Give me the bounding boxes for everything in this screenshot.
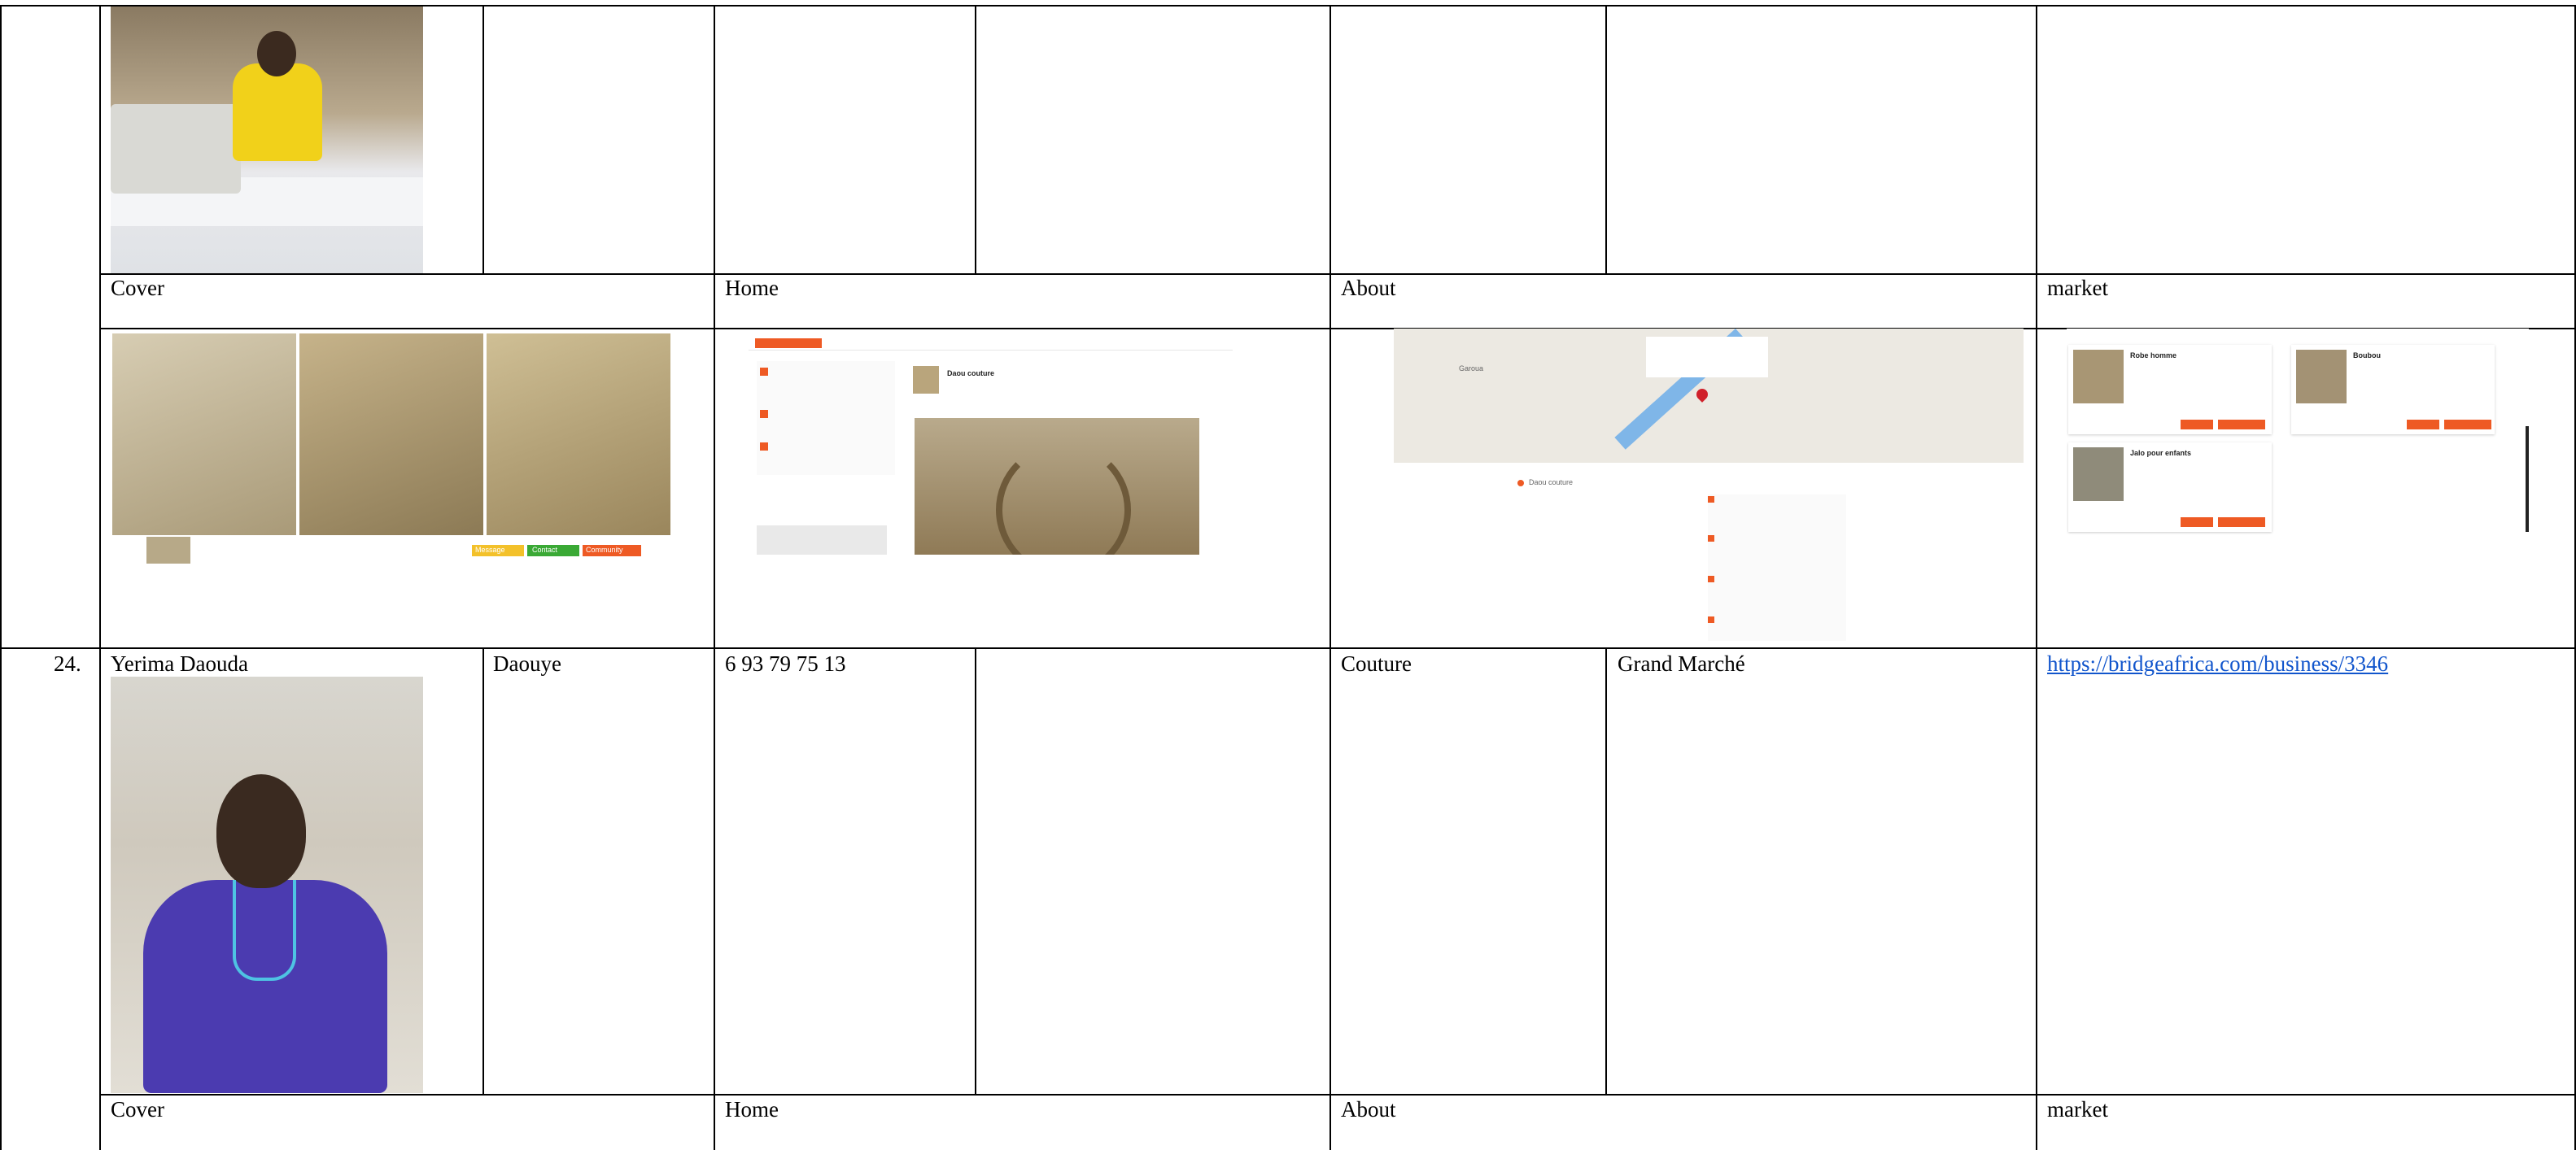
avatar	[146, 537, 190, 564]
home-screenshot: Daou couture	[749, 333, 1233, 555]
table-rule	[99, 1094, 2576, 1096]
table-rule	[714, 5, 715, 647]
community-button: Community	[583, 545, 641, 556]
home-label: Home	[725, 1097, 779, 1122]
owner-photo	[111, 7, 423, 273]
table-rule	[2036, 5, 2037, 647]
owner-photo	[111, 677, 423, 1093]
mini-post	[757, 525, 887, 555]
market-label: market	[2047, 1097, 2108, 1122]
table-rule	[1605, 647, 1607, 1095]
table-rule	[1329, 5, 1331, 647]
message-button: Message	[472, 545, 524, 556]
about-screenshot: Garoua Daou couture	[1394, 329, 2024, 644]
market-item: Robe homme	[2068, 345, 2272, 434]
market-label: market	[2047, 276, 2108, 300]
business-url-link[interactable]: https://bridgeafrica.com/business/3346	[2047, 651, 2388, 677]
product-image	[112, 333, 296, 535]
about-label: About	[1341, 1097, 1396, 1122]
business-label: Daou couture	[1529, 478, 1574, 486]
table-rule	[99, 273, 2576, 275]
cover-label: Cover	[111, 1097, 164, 1122]
cover-screenshot: Message Contact Community	[111, 332, 670, 564]
post-image	[915, 418, 1199, 555]
document-table: Cover Home About market Message Contact …	[0, 0, 2576, 1150]
table-border-left	[0, 5, 2, 1150]
business-name: Daou couture	[947, 369, 995, 377]
owner-name: Yerima Daouda	[111, 651, 248, 676]
home-label: Home	[725, 276, 779, 300]
table-rule	[975, 647, 976, 1095]
market-item: Jalo pour enfants	[2068, 442, 2272, 532]
table-rule	[0, 647, 2576, 649]
table-rule	[714, 647, 715, 1150]
business-category: Couture	[1341, 651, 1412, 676]
avatar	[913, 366, 939, 394]
contact-button: Contact	[527, 545, 579, 556]
map-popup	[1646, 337, 1768, 377]
market-item: Boubou	[2291, 345, 2495, 434]
nav-tab-active	[755, 338, 822, 348]
business-alias: Daouye	[493, 651, 561, 676]
table-rule	[99, 5, 101, 1150]
business-location: Grand Marché	[1618, 651, 1745, 676]
table-rule	[1329, 647, 1331, 1150]
map-pin-icon	[1694, 386, 1710, 403]
market-screenshot: Robe homme Boubou Jalo pour enfants	[2067, 329, 2529, 534]
row-number: 24.	[54, 651, 81, 676]
table-rule	[482, 647, 484, 1095]
table-rule	[2036, 647, 2037, 1150]
sidebar-info	[757, 361, 895, 475]
about-label: About	[1341, 276, 1396, 300]
phone-number: 6 93 79 75 13	[725, 651, 846, 676]
table-rule	[975, 5, 976, 274]
table-rule	[482, 5, 484, 274]
map: Garoua	[1394, 329, 2024, 463]
table-rule	[1605, 5, 1607, 274]
product-image	[299, 333, 483, 535]
cover-label: Cover	[111, 276, 164, 300]
product-image	[487, 333, 670, 535]
map-city: Garoua	[1459, 364, 1484, 372]
contact-list	[1708, 494, 1846, 641]
